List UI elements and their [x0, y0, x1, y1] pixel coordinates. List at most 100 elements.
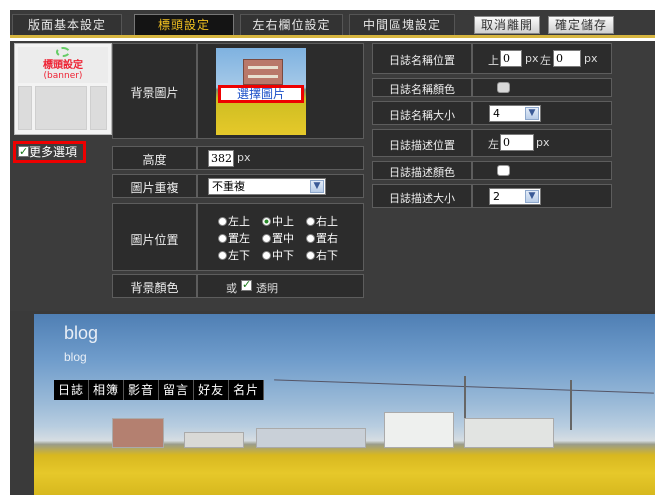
position-option[interactable]: 左上	[218, 213, 262, 229]
desc-size-value: 2	[493, 190, 500, 203]
chevron-down-icon[interactable]: ▼	[525, 190, 539, 203]
transparent-checkbox[interactable]	[241, 278, 252, 291]
bg-image-cell: 選擇圖片	[197, 43, 364, 139]
position-row-bottom: 左下 中下 右下	[218, 247, 350, 263]
height-label: 高度	[142, 153, 167, 167]
building	[256, 428, 366, 448]
more-options-label: 更多選項	[29, 145, 78, 159]
title-pos-left-prefix: 左	[540, 54, 551, 67]
bg-image-label-cell: 背景圖片	[112, 43, 197, 139]
position-option[interactable]: 右下	[306, 247, 350, 263]
chevron-down-icon[interactable]: ▼	[310, 180, 324, 193]
radio-icon[interactable]	[262, 251, 271, 260]
thumbnail-subtitle: (banner)	[43, 71, 83, 81]
bg-color-or-text: 或	[226, 282, 237, 295]
position-option[interactable]: 置左	[218, 230, 262, 246]
house-illustration	[243, 59, 283, 85]
tab-side-columns[interactable]: 左右欄位設定	[240, 14, 343, 35]
thumbnail-right-column	[90, 86, 107, 130]
desc-pos-cell: 左 0 px	[472, 129, 612, 157]
title-color-cell	[472, 78, 612, 97]
bg-color-cell: 或 透明	[197, 274, 364, 298]
nav-item-friends[interactable]: 好友	[194, 380, 230, 400]
desc-color-cell	[472, 161, 612, 180]
nav-item-video[interactable]: 影音	[124, 380, 160, 400]
banner-image: blog blog 日誌 相簿 影音 留言 好友 名片	[34, 314, 655, 495]
save-button[interactable]: 確定儲存	[548, 16, 615, 34]
nav-item-guestbook[interactable]: 留言	[159, 380, 195, 400]
tab-header-settings[interactable]: 標頭設定	[134, 14, 234, 35]
desc-pos-left-input[interactable]: 0	[500, 134, 534, 151]
radio-icon[interactable]	[262, 234, 271, 243]
blog-title: blog	[64, 323, 99, 343]
thumbnail-main-column	[35, 86, 87, 130]
bg-image-preview: 選擇圖片	[216, 48, 306, 135]
title-pos-top-unit: px	[525, 52, 539, 65]
height-input[interactable]: 382	[208, 150, 234, 167]
cancel-button[interactable]: 取消離開	[474, 16, 541, 34]
desc-color-label: 日誌描述顏色	[389, 166, 455, 179]
title-size-cell: 4 ▼	[472, 101, 612, 125]
tab-layout-basic[interactable]: 版面基本設定	[12, 14, 122, 35]
title-size-value: 4	[493, 107, 500, 120]
position-label-cell: 圖片位置	[112, 203, 197, 271]
chevron-down-icon[interactable]: ▼	[525, 107, 539, 120]
repeat-select[interactable]: 不重複 ▼	[208, 178, 326, 195]
bg-image-label: 背景圖片	[130, 86, 179, 100]
nav-item-album[interactable]: 相簿	[89, 380, 125, 400]
title-color-swatch[interactable]	[497, 82, 510, 93]
desc-color-label-cell: 日誌描述顏色	[372, 161, 472, 180]
thumbnail-header-area: 標頭設定 (banner)	[18, 47, 108, 83]
repeat-select-value: 不重複	[212, 180, 245, 193]
radio-icon[interactable]	[306, 217, 315, 226]
position-option-selected[interactable]: 中上	[262, 213, 306, 229]
radio-icon[interactable]	[218, 234, 227, 243]
blog-nav-bar: 日誌 相簿 影音 留言 好友 名片	[54, 380, 265, 400]
desc-color-swatch[interactable]	[497, 165, 510, 176]
radio-icon[interactable]	[218, 217, 227, 226]
position-row-top: 左上 中上 右上	[218, 213, 350, 229]
radio-icon[interactable]	[306, 234, 315, 243]
height-unit: px	[237, 151, 251, 164]
bg-color-label: 背景顏色	[130, 281, 179, 295]
position-option[interactable]: 左下	[218, 247, 262, 263]
settings-panel: 標頭設定 (banner) 更多選項 背景圖片 選擇圖片 高度 382 px 圖…	[10, 41, 655, 311]
more-options-checkbox[interactable]: 更多選項	[13, 141, 86, 163]
title-pos-top-input[interactable]: 0	[500, 50, 522, 67]
nav-item-journal[interactable]: 日誌	[54, 380, 90, 400]
tab-middle-blocks[interactable]: 中間區塊設定	[349, 14, 455, 35]
bg-color-label-cell: 背景顏色	[112, 274, 197, 298]
desc-pos-label: 日誌描述位置	[389, 139, 455, 152]
position-option[interactable]: 右上	[306, 213, 350, 229]
desc-size-select[interactable]: 2 ▼	[489, 188, 541, 205]
radio-icon[interactable]	[306, 251, 315, 260]
title-pos-label-cell: 日誌名稱位置	[372, 43, 472, 74]
radio-icon[interactable]	[218, 251, 227, 260]
tab-bar: 版面基本設定 標頭設定 左右欄位設定 中間區塊設定 取消離開 確定儲存	[10, 10, 655, 38]
building	[184, 432, 244, 448]
title-size-select[interactable]: 4 ▼	[489, 105, 541, 122]
building	[464, 418, 554, 448]
repeat-label: 圖片重複	[130, 181, 179, 195]
thumbnail-left-column	[18, 86, 32, 130]
position-option[interactable]: 置右	[306, 230, 350, 246]
title-pos-cell: 上 0 px 左 0 px	[472, 43, 612, 74]
building	[112, 418, 164, 448]
repeat-label-cell: 圖片重複	[112, 174, 197, 198]
select-image-button[interactable]: 選擇圖片	[218, 85, 304, 103]
radio-selected-icon[interactable]	[262, 217, 271, 226]
desc-pos-left-prefix: 左	[488, 138, 499, 151]
desc-size-label-cell: 日誌描述大小	[372, 184, 472, 208]
title-pos-left-input[interactable]: 0	[553, 50, 581, 67]
position-option[interactable]: 中下	[262, 247, 306, 263]
desc-size-cell: 2 ▼	[472, 184, 612, 208]
blog-preview: blog blog 日誌 相簿 影音 留言 好友 名片	[10, 311, 655, 495]
checkbox-checked-icon[interactable]	[18, 144, 29, 160]
title-size-label-cell: 日誌名稱大小	[372, 101, 472, 125]
blog-description: blog	[64, 350, 87, 364]
position-option[interactable]: 置中	[262, 230, 306, 246]
height-label-cell: 高度	[112, 146, 197, 170]
desc-pos-label-cell: 日誌描述位置	[372, 129, 472, 157]
height-value-cell: 382 px	[197, 146, 364, 170]
nav-item-card[interactable]: 名片	[229, 380, 265, 400]
